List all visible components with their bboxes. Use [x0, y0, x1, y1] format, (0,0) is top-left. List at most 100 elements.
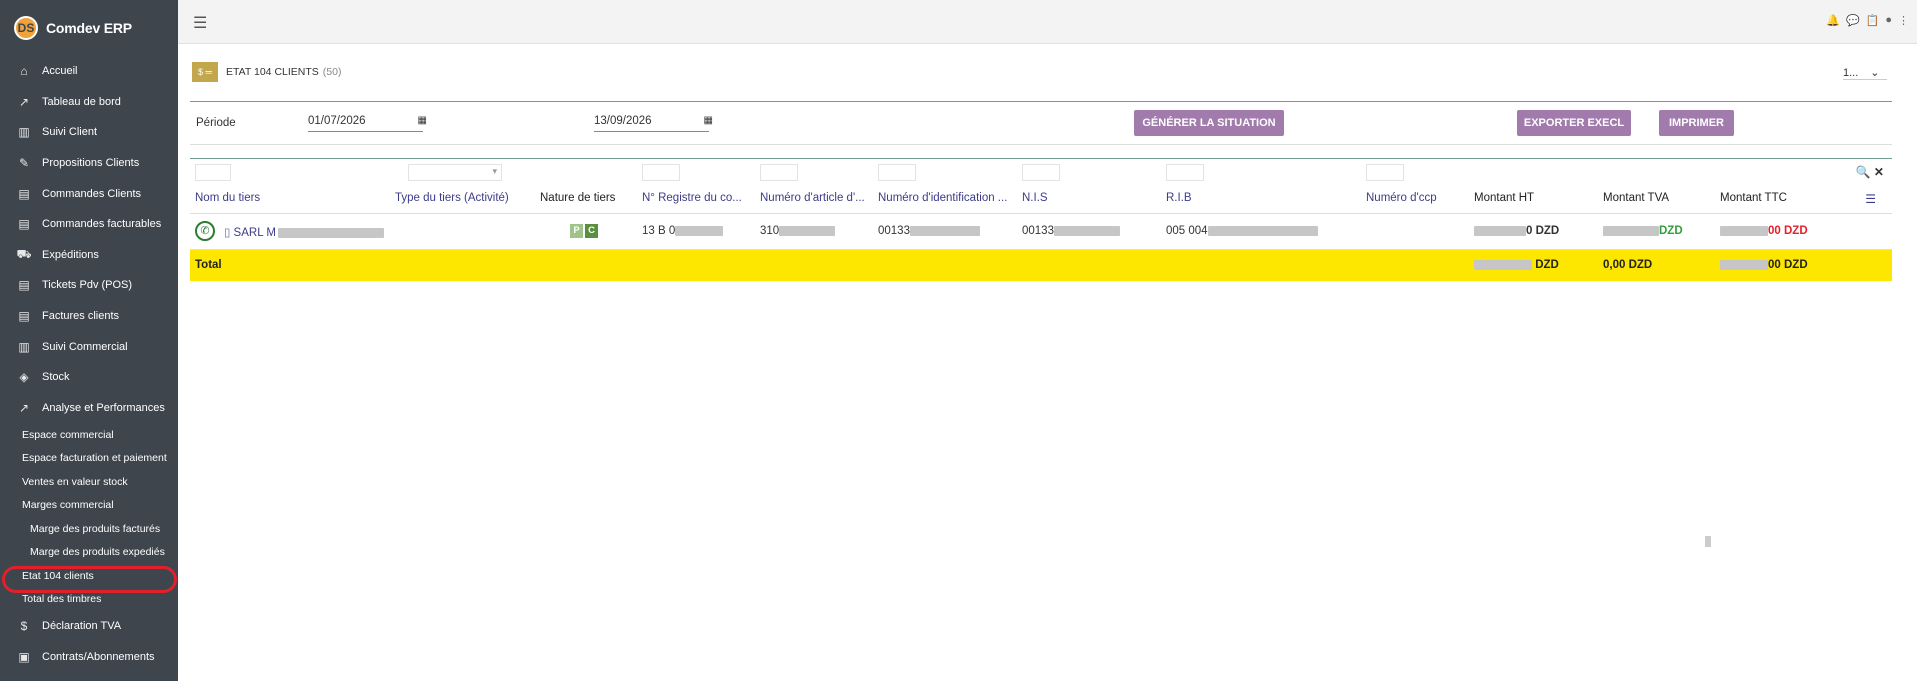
dollar-icon: $ — [20, 619, 28, 634]
total-row: Total DZD 0,00 DZD 00 DZD — [190, 250, 1892, 281]
column-filters: 🔍 ✕ — [190, 158, 1892, 186]
sidebar-item-exp-ditions[interactable]: ⛟ Expéditions — [0, 240, 178, 271]
table-row[interactable]: ✆ ▯ SARL M PC 13 B 0 310 00133 00133 005… — [190, 214, 1892, 250]
sidebar-item-label: Stock — [42, 371, 70, 384]
brand[interactable]: DS Comdev ERP — [0, 0, 178, 56]
sidebar-item-commandes-facturables[interactable]: ▤ Commandes facturables — [0, 209, 178, 240]
clipboard-icon[interactable]: 📋 — [1866, 14, 1880, 27]
page-title: ETAT 104 CLIENTS — [226, 66, 319, 78]
sidebar-item-tableau-de-bord[interactable]: ↗ Tableau de bord — [0, 87, 178, 118]
montant-ht-value: 0 DZD — [1474, 225, 1559, 237]
document-icon: ▤ — [18, 186, 30, 201]
invoice-icon: ▤ — [18, 309, 30, 324]
sidebar-item-accueil[interactable]: ⌂ Accueil — [0, 56, 178, 87]
col-nature[interactable]: Nature de tiers — [540, 192, 630, 204]
article-value: 310 — [760, 225, 836, 237]
filter-input-ccp[interactable] — [1366, 164, 1404, 181]
filter-input-registre[interactable] — [642, 164, 680, 181]
filter-input-nis[interactable] — [1022, 164, 1060, 181]
nature-tags: PC — [570, 224, 600, 238]
generate-button[interactable]: GÉNÉRER LA SITUATION — [1134, 110, 1284, 136]
sidebar-item-label: Tableau de bord — [42, 95, 121, 108]
more-icon[interactable]: ⋮ — [1898, 14, 1909, 27]
col-nis[interactable]: N.I.S — [1022, 192, 1142, 204]
filter-select-type[interactable] — [408, 164, 502, 181]
building-icon: ▥ — [18, 339, 30, 354]
dollar-badge-icon: $ ═ — [192, 62, 218, 82]
col-montant-ht[interactable]: Montant HT — [1474, 192, 1594, 204]
filter-input-article[interactable] — [760, 164, 798, 181]
col-identification[interactable]: Numéro d'identification ... — [878, 192, 1016, 204]
nis-value: 00133 — [1022, 225, 1120, 237]
search-clear-icons[interactable]: 🔍 ✕ — [1856, 165, 1884, 179]
menu-toggle-icon[interactable]: ☰ — [193, 13, 207, 33]
sidebar-subitem-espace-facturation-et-paiement[interactable]: Espace facturation et paiement — [0, 447, 178, 471]
total-ttc-value: 00 DZD — [1720, 259, 1808, 271]
sidebar-item-propositions-clients[interactable]: ✎ Propositions Clients — [0, 148, 178, 179]
brand-logo: DS — [14, 16, 38, 40]
periode-label: Période — [196, 117, 236, 129]
total-tva-value: 0,00 DZD — [1603, 259, 1653, 271]
date-to-field[interactable]: 13/09/2026 ▦ — [594, 112, 713, 132]
chevron-down-icon: ⌄ — [1870, 67, 1880, 79]
print-button[interactable]: IMPRIMER — [1659, 110, 1734, 136]
main-content: $ ═ ETAT 104 CLIENTS (50) 1... ⌄ Période… — [178, 44, 1917, 681]
total-ht-value: DZD — [1474, 259, 1559, 271]
col-nom[interactable]: Nom du tiers — [195, 192, 385, 204]
col-rib[interactable]: R.I.B — [1166, 192, 1346, 204]
col-montant-tva[interactable]: Montant TVA — [1603, 192, 1713, 204]
box-icon: ◈ — [19, 370, 29, 385]
sidebar-item-factures-clients[interactable]: ▤ Factures clients — [0, 301, 178, 332]
page-size-select[interactable]: 1... ⌄ — [1843, 66, 1887, 80]
sidebar-item-label: Propositions Clients — [42, 157, 140, 170]
sidebar-subitem-marges-commercial[interactable]: Marges commercial — [0, 494, 178, 518]
filter-input-rib[interactable] — [1166, 164, 1204, 181]
sidebar-item-d-claration-tva[interactable]: $ Déclaration TVA — [0, 611, 178, 642]
nature-c-tag: C — [585, 224, 598, 238]
sidebar-item-suivi-commercial[interactable]: ▥ Suivi Commercial — [0, 331, 178, 362]
sidebar-subitem-marge-des-produits-expedi-s[interactable]: Marge des produits expediés — [0, 541, 178, 565]
edit-icon: ✎ — [18, 156, 30, 171]
col-registre[interactable]: N° Registre du co... — [642, 192, 752, 204]
filter-bar: Période 01/07/2026 ▦ 13/09/2026 ▦ GÉNÉRE… — [190, 101, 1892, 145]
sidebar-item-label: Factures clients — [42, 310, 120, 323]
avatar[interactable]: ● — [1885, 14, 1892, 27]
placeholder-block — [1705, 536, 1711, 547]
whatsapp-icon[interactable]: ✆ — [195, 221, 215, 241]
sidebar-subitem-ventes-en-valeur-stock[interactable]: Ventes en valeur stock — [0, 470, 178, 494]
briefcase-icon: ▣ — [18, 650, 30, 665]
home-icon: ⌂ — [20, 64, 28, 79]
sidebar-subitem-marge-des-produits-factur-s[interactable]: Marge des produits facturés — [0, 517, 178, 541]
sidebar-item-contrats-abonnements[interactable]: ▣ Contrats/Abonnements — [0, 642, 178, 673]
filter-input-name[interactable] — [195, 164, 231, 181]
calendar-icon[interactable]: ▦ — [704, 115, 713, 126]
sidebar-item-analyse-et-performances[interactable]: ↗ Analyse et Performances — [0, 393, 178, 424]
export-excel-button[interactable]: EXPORTER EXECL — [1517, 110, 1631, 136]
table-header: Nom du tiers Type du tiers (Activité) Na… — [190, 186, 1892, 214]
page-size-value: 1... — [1843, 66, 1859, 79]
date-from-field[interactable]: 01/07/2026 ▦ — [308, 112, 427, 132]
chat-icon[interactable]: 💬 — [1846, 14, 1860, 27]
column-list-icon[interactable]: ☰ — [1865, 192, 1876, 206]
sidebar-item-label: Analyse et Performances — [42, 401, 165, 414]
calendar-icon[interactable]: ▦ — [418, 115, 427, 126]
filter-input-identification[interactable] — [878, 164, 916, 181]
page-header: $ ═ ETAT 104 CLIENTS (50) — [192, 62, 341, 82]
sidebar-item-tickets-pdv-pos-[interactable]: ▤ Tickets Pdv (POS) — [0, 270, 178, 301]
building-icon: ▥ — [18, 125, 30, 140]
notification-icon[interactable]: 🔔 — [1826, 14, 1840, 27]
col-article[interactable]: Numéro d'article d'... — [760, 192, 870, 204]
sidebar-item-suivi-client[interactable]: ▥ Suivi Client — [0, 117, 178, 148]
sidebar-item-stock[interactable]: ◈ Stock — [0, 362, 178, 393]
chart-icon: ↗ — [18, 94, 30, 109]
sidebar: DS Comdev ERP ⌂ Accueil ↗ Tableau de bord ▥ S… — [0, 0, 178, 681]
sidebar-item-label: Déclaration TVA — [42, 620, 122, 633]
sidebar-item-label: Suivi Client — [42, 126, 98, 139]
sidebar-item-commandes-clients[interactable]: ▤ Commandes Clients — [0, 178, 178, 209]
col-montant-ttc[interactable]: Montant TTC — [1720, 192, 1830, 204]
sidebar-subitem-espace-commercial[interactable]: Espace commercial — [0, 423, 178, 447]
col-ccp[interactable]: Numéro d'ccp — [1366, 192, 1466, 204]
col-type[interactable]: Type du tiers (Activité) — [395, 192, 535, 204]
tiers-name[interactable]: ▯ SARL M — [224, 225, 384, 239]
dolly-icon: ⛟ — [16, 246, 32, 261]
